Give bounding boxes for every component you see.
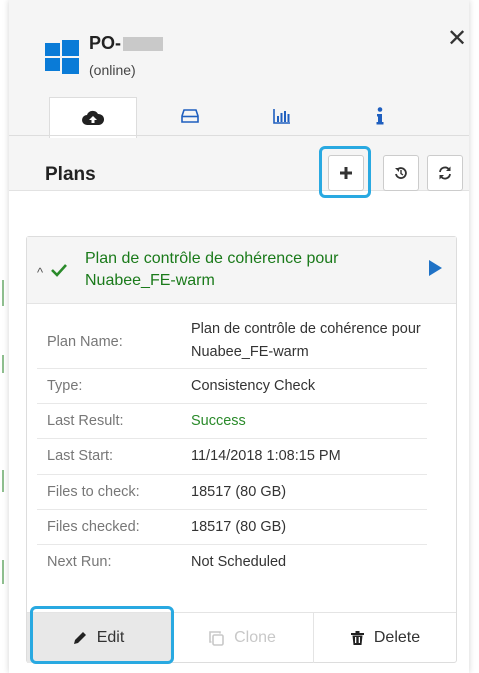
detail-value: Plan de contrôle de cohérence pour Nuabe… [191, 321, 421, 360]
play-icon[interactable] [429, 260, 442, 276]
refresh-button[interactable] [427, 155, 463, 191]
detail-row-plan-name: Plan Name: Plan de contrôle de cohérence… [37, 313, 427, 369]
plan-title[interactable]: Plan de contrôle de cohérence pour Nuabe… [85, 248, 405, 292]
clone-label: Clone [234, 629, 276, 646]
background-left-edge [0, 0, 9, 673]
detail-row-next-run: Next Run: Not Scheduled [37, 544, 427, 579]
detail-value: Not Scheduled [191, 554, 287, 570]
detail-label: Last Start: [47, 448, 114, 464]
tab-divider [9, 135, 469, 136]
info-icon [376, 107, 384, 125]
plan-card: ^ Plan de contrôle de cohérence pour Nua… [26, 236, 457, 663]
detail-row-files-to-check: Files to check: 18517 (80 GB) [37, 474, 427, 510]
hard-drive-icon [181, 109, 199, 123]
edit-button-highlight [30, 606, 174, 664]
device-status: (online) [89, 62, 136, 78]
detail-label: Next Run: [47, 554, 112, 570]
tab-backup[interactable] [49, 97, 137, 138]
detail-label: Last Result: [47, 413, 124, 429]
refresh-icon [439, 166, 451, 180]
clone-icon [209, 630, 224, 646]
detail-value: Consistency Check [191, 378, 316, 394]
bar-chart-icon [273, 109, 290, 124]
status-value: Success [191, 413, 246, 429]
tab-info[interactable] [337, 97, 423, 135]
tab-bar [49, 97, 429, 138]
detail-label: Plan Name: [47, 334, 123, 350]
detail-label: Type: [47, 378, 83, 394]
plan-card-header[interactable]: ^ Plan de contrôle de cohérence pour Nua… [27, 237, 456, 304]
detail-row-type: Type: Consistency Check [37, 368, 427, 404]
detail-label: Files to check: [47, 484, 140, 500]
plans-title: Plans [45, 164, 96, 185]
tab-storage[interactable] [147, 97, 233, 135]
device-name: PO- [89, 33, 164, 54]
detail-value: 18517 (80 GB) [191, 484, 287, 500]
delete-label: Delete [373, 629, 421, 646]
trash-icon [350, 631, 364, 645]
detail-label: Files checked: [47, 519, 140, 535]
add-button-highlight [319, 146, 371, 198]
detail-value: 18517 (80 GB) [191, 519, 287, 535]
redacted-block [123, 37, 164, 52]
chevron-up-icon[interactable]: ^ [37, 265, 43, 280]
detail-value: 11/14/2018 1:08:15 PM [191, 448, 341, 464]
windows-logo-icon [45, 40, 79, 74]
detail-row-last-start: Last Start: 11/14/2018 1:08:15 PM [37, 438, 427, 475]
tab-statistics[interactable] [239, 97, 325, 135]
check-icon [51, 264, 67, 277]
history-icon [395, 167, 407, 179]
cloud-upload-icon [82, 110, 104, 125]
delete-button[interactable]: Delete [313, 613, 457, 663]
device-panel: PO- (online) ✕ Plans ^ Plan de contrôle … [9, 0, 469, 673]
clone-button[interactable]: Clone [170, 613, 314, 663]
panel-header: PO- (online) ✕ Plans [9, 0, 469, 198]
close-button[interactable]: ✕ [446, 27, 468, 51]
background-right-edge [469, 0, 479, 673]
detail-row-last-result: Last Result: Success [37, 403, 427, 439]
detail-row-files-checked: Files checked: 18517 (80 GB) [37, 509, 427, 545]
history-button[interactable] [383, 155, 419, 191]
